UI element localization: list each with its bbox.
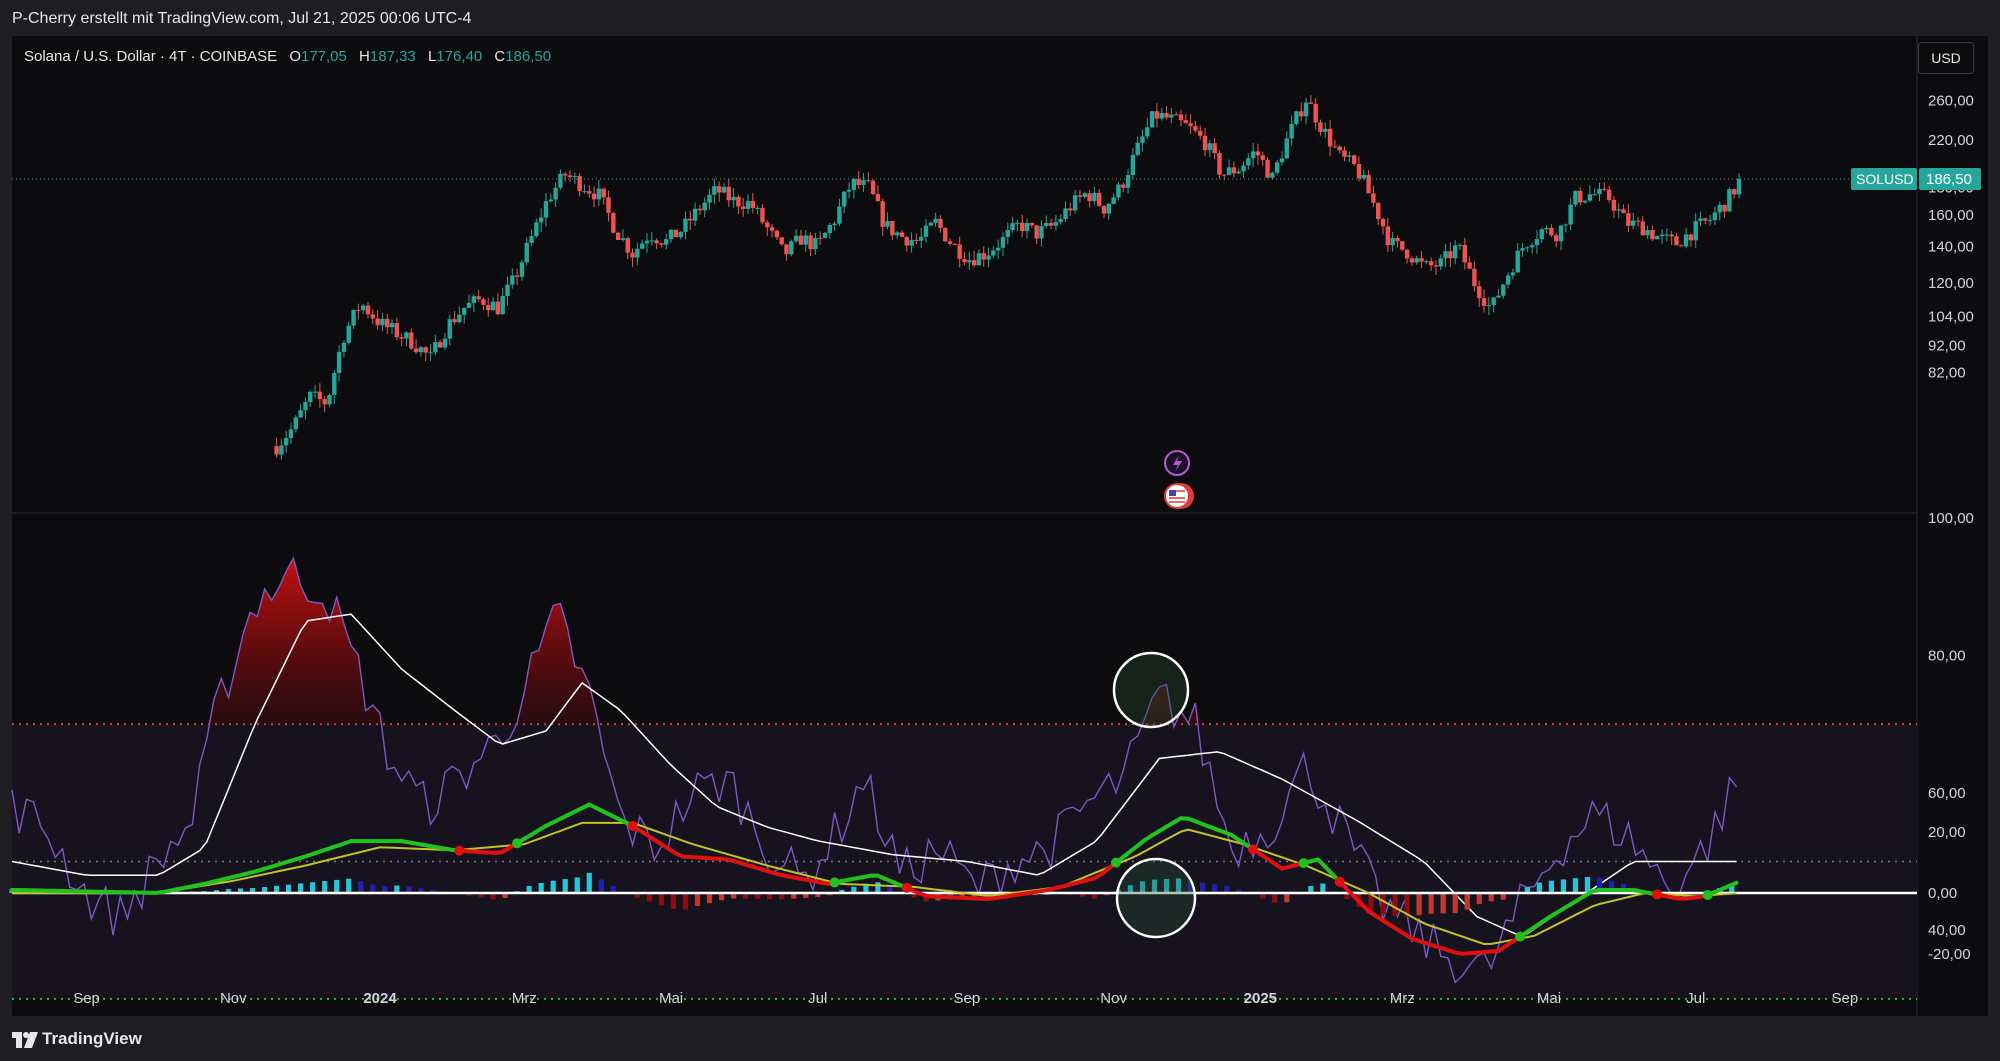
close-value: 186,50	[505, 48, 552, 65]
top-bar: P-Cherry erstellt mit TradingView.com, J…	[0, 0, 2000, 36]
chart-area[interactable]	[12, 36, 1988, 1016]
symbol-legend: Solana / U.S. Dollar · 4T · COINBASE O17…	[24, 48, 551, 65]
tradingview-brand: TradingView	[42, 1029, 142, 1048]
currency-button[interactable]: USD	[1918, 42, 1974, 74]
chart-author-title: P-Cherry erstellt mit TradingView.com, J…	[12, 10, 472, 27]
open-value: 177,05	[300, 48, 347, 65]
close-label: C	[494, 48, 506, 65]
tradingview-logo[interactable]: TradingView	[12, 1029, 142, 1049]
open-label: O	[289, 48, 301, 65]
high-label: H	[359, 48, 370, 65]
symbol-name: Solana / U.S. Dollar · 4T · COINBASE	[24, 48, 278, 65]
tradingview-logo-icon	[12, 1031, 38, 1048]
low-value: 176,40	[436, 48, 483, 65]
high-value: 187,33	[369, 48, 416, 65]
footer-bar: TradingView	[0, 1016, 2000, 1061]
